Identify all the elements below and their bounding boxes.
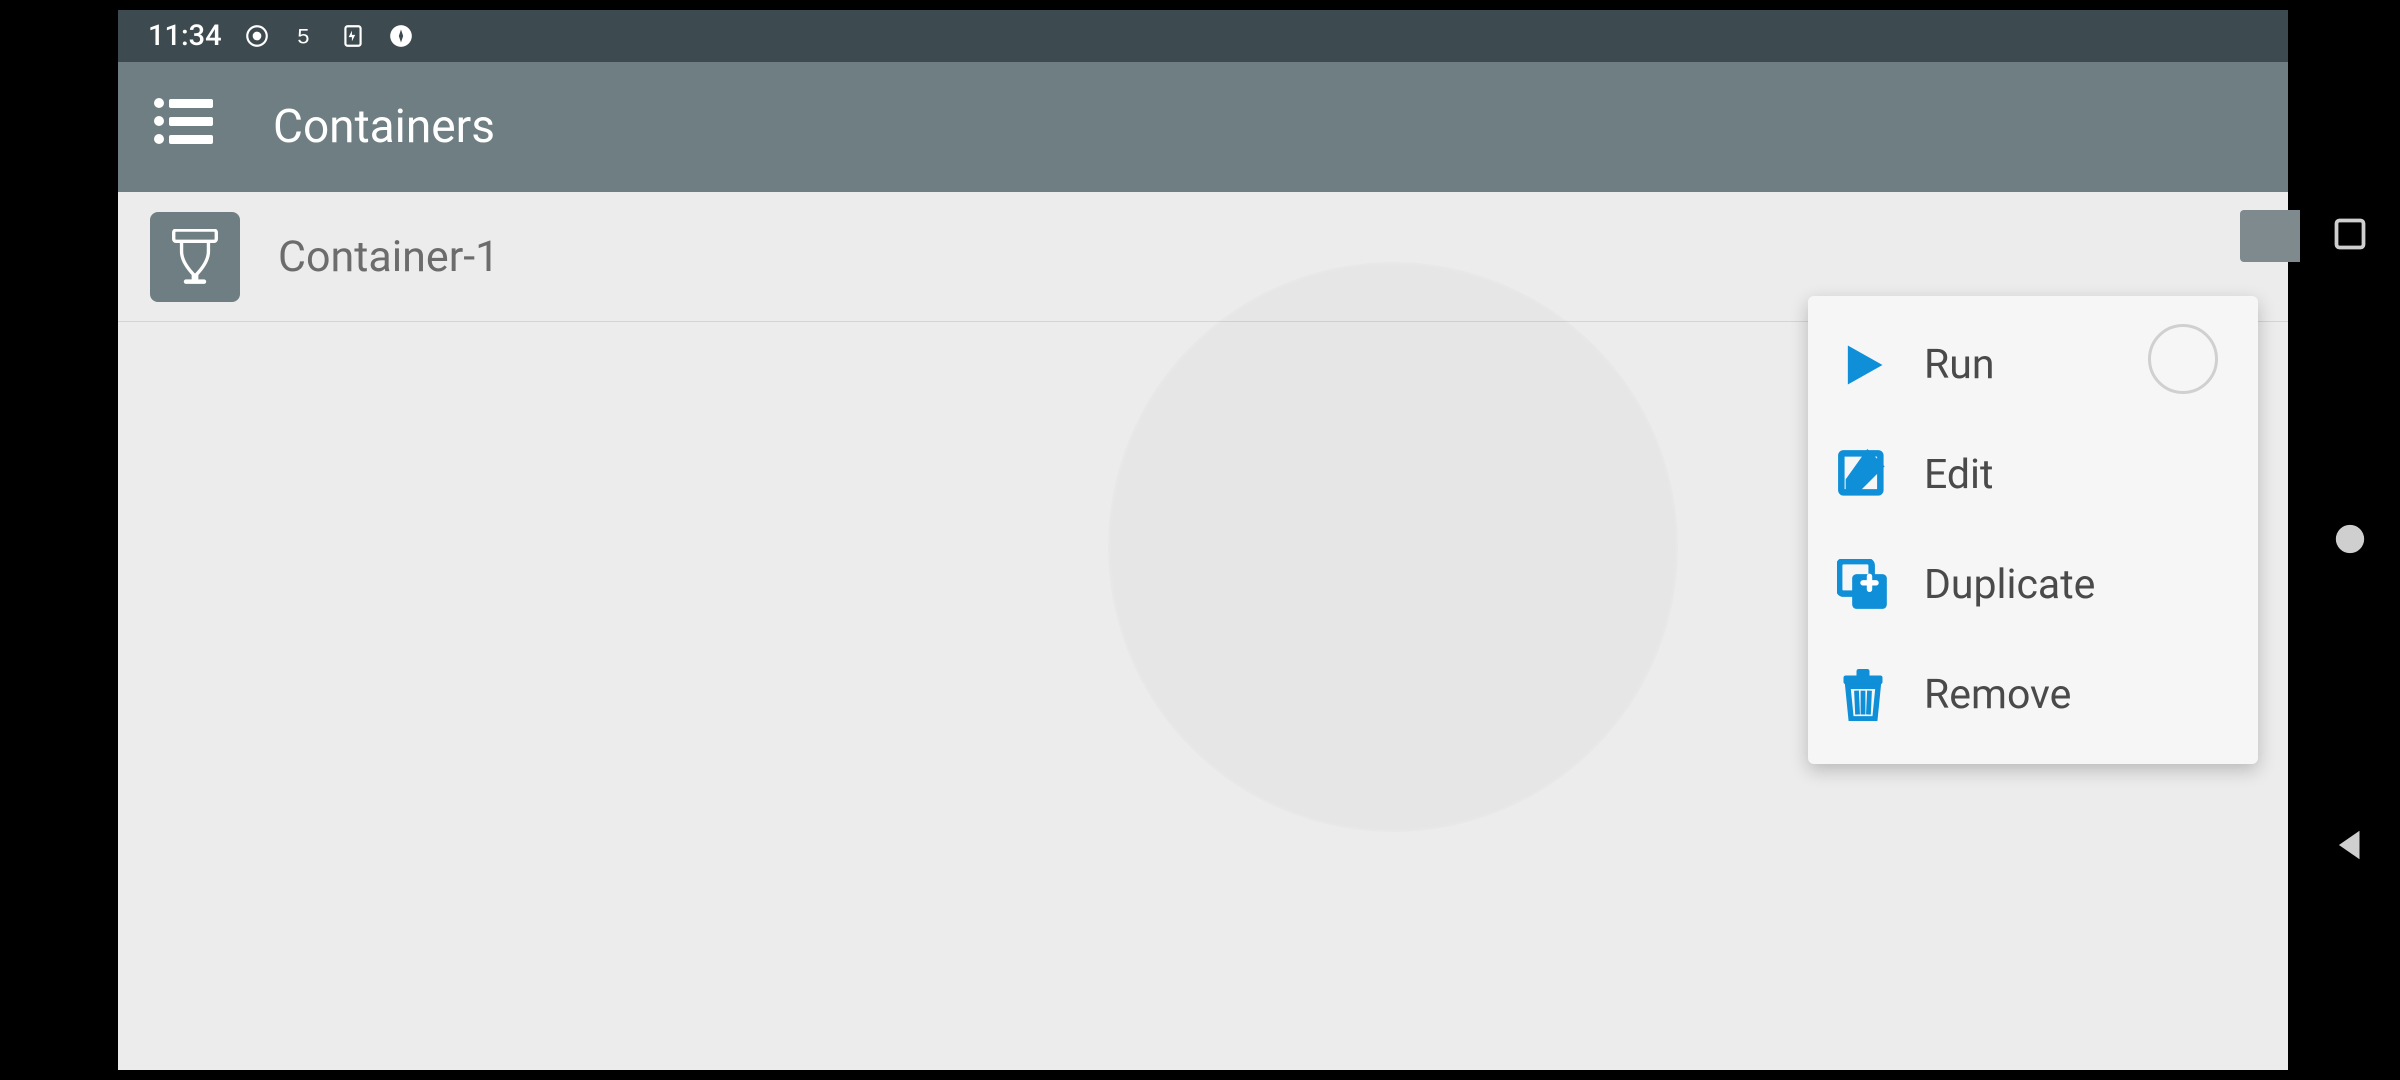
app-frame: 11:34 5 Containers <box>118 10 2288 1070</box>
compass-icon <box>388 23 414 49</box>
touch-ripple <box>2148 324 2218 394</box>
battery-icon <box>340 23 366 49</box>
page-title: Containers <box>273 100 495 154</box>
five-icon: 5 <box>292 23 318 49</box>
nav-recents-icon[interactable] <box>2332 216 2368 252</box>
trash-icon <box>1836 668 1890 722</box>
list-item-label: Container-1 <box>278 232 499 282</box>
svg-text:5: 5 <box>297 24 309 49</box>
status-time: 11:34 <box>148 19 222 53</box>
menu-item-label: Duplicate <box>1924 561 2095 609</box>
menu-item-remove[interactable]: Remove <box>1808 640 2258 750</box>
background-watermark <box>1108 262 1678 832</box>
menu-item-label: Edit <box>1924 451 1993 499</box>
menu-item-duplicate[interactable]: Duplicate <box>1808 530 2258 640</box>
menu-item-label: Run <box>1924 341 1995 389</box>
status-bar: 11:34 5 <box>118 10 2288 62</box>
app-bar: Containers <box>118 62 2288 192</box>
menu-item-edit[interactable]: Edit <box>1808 420 2258 530</box>
edit-icon <box>1836 448 1890 502</box>
nav-back-icon[interactable] <box>2331 826 2369 864</box>
play-icon <box>1836 338 1890 392</box>
nav-home-icon[interactable] <box>2333 522 2367 556</box>
duplicate-icon <box>1836 558 1890 612</box>
record-icon <box>244 23 270 49</box>
menu-item-label: Remove <box>1924 671 2071 719</box>
content-area: Container-1 Run Edit Duplic <box>118 192 2288 1070</box>
hamburger-menu-icon[interactable] <box>153 97 213 157</box>
side-tab[interactable] <box>2240 210 2300 262</box>
container-icon <box>150 212 240 302</box>
system-nav-rail <box>2300 0 2400 1080</box>
context-menu: Run Edit Duplicate Remove <box>1808 296 2258 764</box>
